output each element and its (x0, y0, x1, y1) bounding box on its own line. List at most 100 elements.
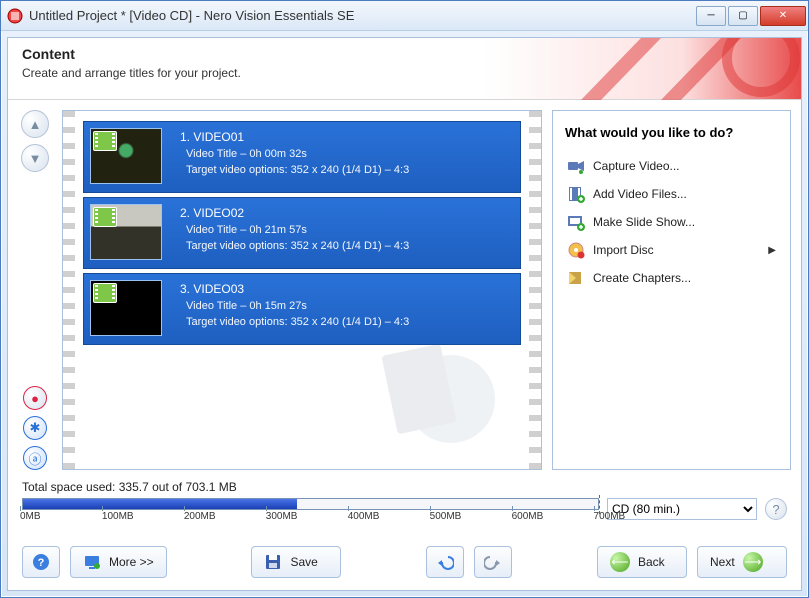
film-icon (93, 207, 117, 227)
video-meta: 1. VIDEO01 Video Title – 0h 00m 32s Targ… (180, 128, 409, 184)
capacity-ticks: 0MB 100MB 200MB 300MB 400MB 500MB 600MB … (22, 511, 599, 527)
next-button[interactable]: Next ⟶ (697, 546, 787, 578)
tick-label: 100MB (102, 511, 134, 522)
slideshow-icon (567, 213, 585, 231)
video-item[interactable]: 2. VIDEO02 Video Title – 0h 21m 57s Targ… (83, 197, 521, 269)
video-options-line: Target video options: 352 x 240 (1/4 D1)… (180, 240, 409, 252)
save-button[interactable]: Save (251, 546, 341, 578)
arrow-right-icon: ⟶ (743, 552, 763, 572)
button-label: Next (710, 555, 735, 569)
actions-heading: What would you like to do? (565, 125, 778, 140)
tick-label: 600MB (512, 511, 544, 522)
watermark-icon (371, 339, 501, 449)
action-capture-video[interactable]: Capture Video... (565, 152, 778, 180)
camcorder-icon (567, 157, 585, 175)
video-name: VIDEO01 (193, 130, 244, 144)
action-label: Import Disc (593, 243, 654, 257)
video-meta: 3. VIDEO03 Video Title – 0h 15m 27s Targ… (180, 280, 409, 336)
video-thumbnail (90, 280, 162, 336)
video-name: VIDEO02 (193, 206, 244, 220)
video-index: 2. (180, 206, 190, 220)
tick-label: 200MB (184, 511, 216, 522)
page-subtitle: Create and arrange titles for your proje… (22, 66, 787, 80)
video-title-line: Video Title – 0h 15m 27s (180, 300, 409, 312)
action-label: Capture Video... (593, 159, 680, 173)
window-title: Untitled Project * [Video CD] - Nero Vis… (29, 8, 696, 23)
capacity-fill (23, 499, 297, 509)
titlebar: Untitled Project * [Video CD] - Nero Vis… (1, 1, 808, 31)
space-used-text: Total space used: 335.7 out of 703.1 MB (22, 480, 787, 494)
film-sprockets (63, 111, 75, 469)
video-meta: 2. VIDEO02 Video Title – 0h 21m 57s Targ… (180, 204, 409, 260)
page-header: Content Create and arrange titles for yo… (8, 38, 801, 100)
video-item[interactable]: 3. VIDEO03 Video Title – 0h 15m 27s Targ… (83, 273, 521, 345)
action-label: Make Slide Show... (593, 215, 695, 229)
redo-icon (484, 553, 502, 571)
capacity-bar-row: 0MB 100MB 200MB 300MB 400MB 500MB 600MB … (22, 498, 787, 530)
video-thumbnail (90, 204, 162, 260)
back-button[interactable]: ⟵ Back (597, 546, 687, 578)
tick-label: 400MB (348, 511, 380, 522)
more-button[interactable]: More >> (70, 546, 167, 578)
arrow-left-icon: ⟵ (610, 552, 630, 572)
bottom-toolbar: ? More >> Save ⟵ Back (8, 540, 801, 590)
video-list-panel: 1. VIDEO01 Video Title – 0h 00m 32s Targ… (62, 110, 542, 470)
reorder-column: ▲ ▼ ● ✱ ⓐ (18, 110, 52, 470)
video-name: VIDEO03 (193, 282, 244, 296)
svg-text:?: ? (38, 557, 45, 569)
button-label: Save (290, 555, 317, 569)
floppy-icon (264, 553, 282, 571)
video-index: 1. (180, 130, 190, 144)
action-add-video-files[interactable]: Add Video Files... (565, 180, 778, 208)
tool-button-blue-1[interactable]: ✱ (23, 416, 47, 440)
video-item[interactable]: 1. VIDEO01 Video Title – 0h 00m 32s Targ… (83, 121, 521, 193)
redo-button[interactable] (474, 546, 512, 578)
film-sprockets (529, 111, 541, 469)
monitor-icon (83, 553, 101, 571)
disc-type-select[interactable]: CD (80 min.) (607, 498, 757, 520)
tool-button-red[interactable]: ● (23, 386, 47, 410)
button-label: Back (638, 555, 665, 569)
video-options-line: Target video options: 352 x 240 (1/4 D1)… (180, 316, 409, 328)
workarea: ▲ ▼ ● ✱ ⓐ 1. VIDEO01 Video Title – 0h 00… (8, 100, 801, 474)
disc-help-button[interactable]: ? (765, 498, 787, 520)
chapters-icon (567, 269, 585, 287)
tool-button-blue-2[interactable]: ⓐ (23, 446, 47, 470)
window-buttons: ─ ▢ ✕ (696, 6, 806, 26)
undo-button[interactable] (426, 546, 464, 578)
capacity-ruler: 0MB 100MB 200MB 300MB 400MB 500MB 600MB … (22, 498, 599, 528)
action-make-slideshow[interactable]: Make Slide Show... (565, 208, 778, 236)
footer: Total space used: 335.7 out of 703.1 MB … (8, 474, 801, 540)
page-title: Content (22, 46, 787, 62)
actions-panel: What would you like to do? Capture Video… (552, 110, 791, 470)
action-import-disc[interactable]: Import Disc ▶ (565, 236, 778, 264)
action-label: Add Video Files... (593, 187, 687, 201)
video-thumbnail (90, 128, 162, 184)
maximize-button[interactable]: ▢ (728, 6, 758, 26)
submenu-indicator-icon: ▶ (768, 245, 776, 256)
undo-icon (436, 553, 454, 571)
disc-import-icon (567, 241, 585, 259)
action-create-chapters[interactable]: Create Chapters... (565, 264, 778, 292)
move-up-button[interactable]: ▲ (21, 110, 49, 138)
app-icon (7, 8, 23, 24)
video-title-line: Video Title – 0h 21m 57s (180, 224, 409, 236)
tick-label: 0MB (20, 511, 41, 522)
client-area: Content Create and arrange titles for yo… (7, 37, 802, 591)
button-label: More >> (109, 555, 154, 569)
help-icon: ? (32, 553, 50, 571)
video-title-line: Video Title – 0h 00m 32s (180, 148, 409, 160)
close-button[interactable]: ✕ (760, 6, 806, 26)
video-index: 3. (180, 282, 190, 296)
tick-label: 300MB (266, 511, 298, 522)
minimize-button[interactable]: ─ (696, 6, 726, 26)
move-down-button[interactable]: ▼ (21, 144, 49, 172)
tick-label: 700MB (594, 511, 626, 522)
tick-label: 500MB (430, 511, 462, 522)
film-add-icon (567, 185, 585, 203)
help-button[interactable]: ? (22, 546, 60, 578)
video-options-line: Target video options: 352 x 240 (1/4 D1)… (180, 164, 409, 176)
film-icon (93, 283, 117, 303)
app-window: Untitled Project * [Video CD] - Nero Vis… (0, 0, 809, 598)
film-icon (93, 131, 117, 151)
